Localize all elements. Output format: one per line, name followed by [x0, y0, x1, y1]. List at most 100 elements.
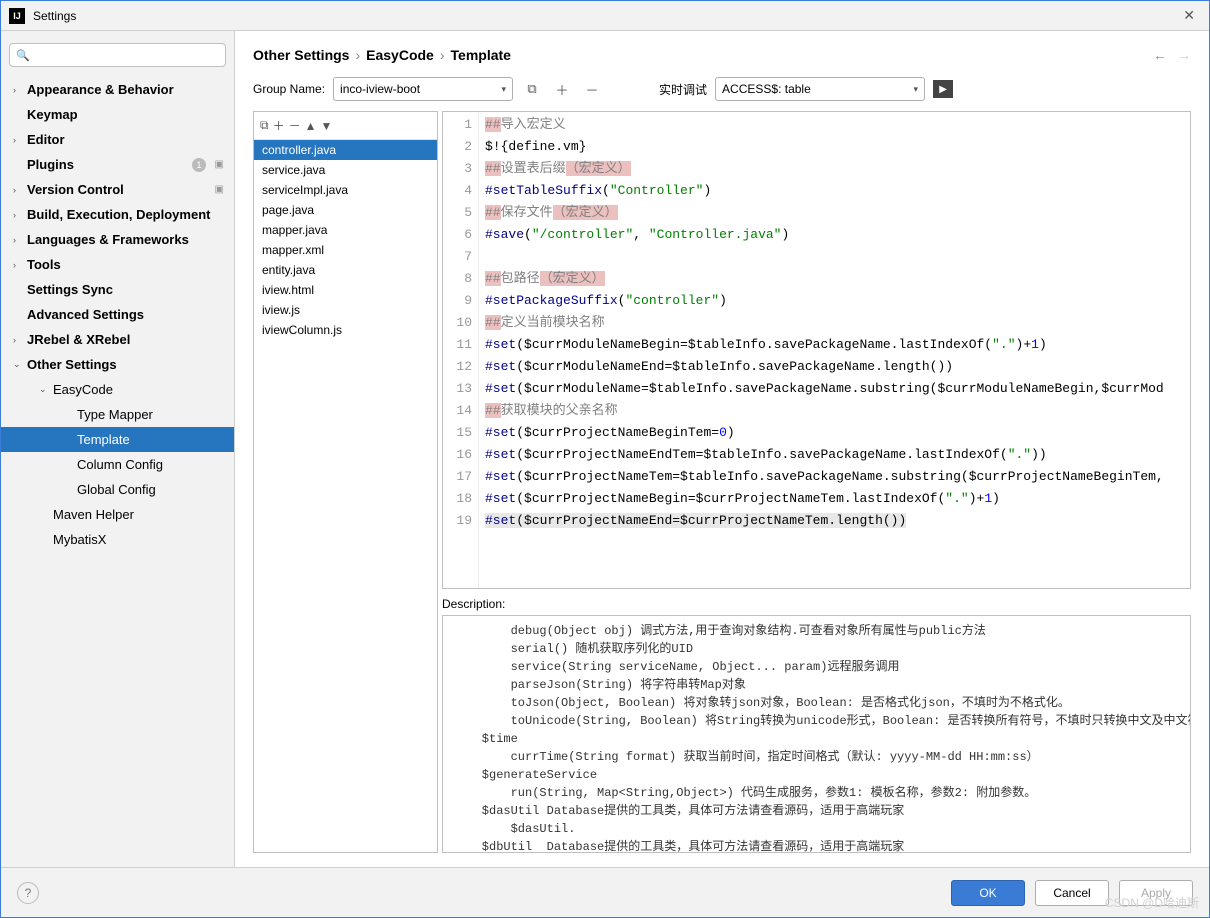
- remove-icon[interactable]: －: [289, 117, 301, 134]
- sidebar-item-keymap[interactable]: Keymap: [1, 102, 234, 127]
- add-icon[interactable]: ＋: [273, 117, 285, 134]
- sidebar-item-version-control[interactable]: ›Version Control ▣: [1, 177, 234, 202]
- sidebar-item-label: Maven Helper: [53, 507, 134, 522]
- chevron-icon: ›: [13, 185, 27, 195]
- sidebar-item-label: Appearance & Behavior: [27, 82, 174, 97]
- group-name-label: Group Name:: [253, 82, 325, 96]
- run-icon[interactable]: ▶: [933, 80, 953, 98]
- description-label: Description:: [442, 589, 1191, 615]
- sidebar-item-easycode[interactable]: ⌄EasyCode: [1, 377, 234, 402]
- chevron-icon: ⌄: [39, 384, 53, 395]
- sidebar-item-label: Editor: [27, 132, 65, 147]
- sidebar-item-type-mapper[interactable]: Type Mapper: [1, 402, 234, 427]
- file-item[interactable]: page.java: [254, 200, 437, 220]
- scope-icon: ▣: [215, 159, 224, 170]
- sidebar-item-label: MybatisX: [53, 532, 106, 547]
- debug-label: 实时调试: [659, 81, 707, 98]
- sidebar-item-appearance-behavior[interactable]: ›Appearance & Behavior: [1, 77, 234, 102]
- sidebar-item-label: Template: [77, 432, 130, 447]
- sidebar-item-settings-sync[interactable]: Settings Sync: [1, 277, 234, 302]
- sidebar-item-label: Languages & Frameworks: [27, 232, 189, 247]
- file-item[interactable]: entity.java: [254, 260, 437, 280]
- window-title: Settings: [33, 9, 1177, 23]
- crumb-1[interactable]: EasyCode: [366, 47, 434, 63]
- sidebar-item-label: Settings Sync: [27, 282, 113, 297]
- sidebar-item-label: Version Control: [27, 182, 124, 197]
- sidebar-item-languages-frameworks[interactable]: ›Languages & Frameworks: [1, 227, 234, 252]
- add-icon[interactable]: ＋: [551, 78, 573, 100]
- sidebar-item-label: EasyCode: [53, 382, 113, 397]
- file-toolbar: ⧉ ＋ － ▲ ▼: [254, 112, 437, 140]
- sidebar-item-plugins[interactable]: Plugins 1 ▣: [1, 152, 234, 177]
- sidebar-item-global-config[interactable]: Global Config: [1, 477, 234, 502]
- file-item[interactable]: mapper.xml: [254, 240, 437, 260]
- breadcrumb: Other Settings › EasyCode › Template ← →: [235, 31, 1209, 73]
- sidebar-item-label: Advanced Settings: [27, 307, 144, 322]
- chevron-icon: ›: [13, 210, 27, 220]
- description-box[interactable]: debug(Object obj) 调式方法,用于查询对象结构.可查看对象所有属…: [442, 615, 1191, 853]
- cancel-button[interactable]: Cancel: [1035, 880, 1109, 906]
- editor-code[interactable]: ##导入宏定义$!{define.vm}##设置表后缀（宏定义）#setTabl…: [479, 112, 1190, 588]
- remove-icon[interactable]: －: [581, 78, 603, 100]
- sidebar-item-jrebel-xrebel[interactable]: ›JRebel & XRebel: [1, 327, 234, 352]
- app-icon: IJ: [9, 8, 25, 24]
- debug-value: ACCESS$: table: [722, 82, 811, 96]
- file-item[interactable]: iview.html: [254, 280, 437, 300]
- sidebar-item-maven-helper[interactable]: Maven Helper: [1, 502, 234, 527]
- chevron-icon: ⌄: [13, 359, 27, 370]
- group-name-value: inco-iview-boot: [340, 82, 420, 96]
- search-input[interactable]: 🔍: [9, 43, 226, 67]
- file-item[interactable]: controller.java: [254, 140, 437, 160]
- file-list[interactable]: controller.javaservice.javaserviceImpl.j…: [254, 140, 437, 852]
- scope-icon: ▣: [215, 184, 224, 195]
- crumb-2: Template: [451, 47, 511, 63]
- close-icon[interactable]: ✕: [1177, 7, 1201, 24]
- file-item[interactable]: service.java: [254, 160, 437, 180]
- sidebar-item-advanced-settings[interactable]: Advanced Settings: [1, 302, 234, 327]
- forward-icon[interactable]: →: [1177, 47, 1191, 63]
- up-icon[interactable]: ▲: [305, 119, 317, 133]
- sidebar-item-build-execution-deployment[interactable]: ›Build, Execution, Deployment: [1, 202, 234, 227]
- sidebar-item-editor[interactable]: ›Editor: [1, 127, 234, 152]
- file-item[interactable]: serviceImpl.java: [254, 180, 437, 200]
- copy-icon[interactable]: ⧉: [260, 118, 269, 133]
- template-file-panel: ⧉ ＋ － ▲ ▼ controller.javaservice.javaser…: [253, 111, 438, 853]
- titlebar: IJ Settings ✕: [1, 1, 1209, 31]
- chevron-icon: ›: [13, 85, 27, 95]
- sidebar-item-mybatisx[interactable]: MybatisX: [1, 527, 234, 552]
- settings-tree: ›Appearance & BehaviorKeymap›EditorPlugi…: [1, 77, 234, 552]
- chevron-icon: ›: [13, 135, 27, 145]
- crumb-0[interactable]: Other Settings: [253, 47, 349, 63]
- sidebar-item-label: JRebel & XRebel: [27, 332, 130, 347]
- help-icon[interactable]: ?: [17, 882, 39, 904]
- chevron-icon: ›: [13, 260, 27, 270]
- file-item[interactable]: mapper.java: [254, 220, 437, 240]
- back-icon[interactable]: ←: [1153, 47, 1167, 63]
- sidebar-item-tools[interactable]: ›Tools: [1, 252, 234, 277]
- chevron-right-icon: ›: [355, 47, 360, 63]
- code-editor[interactable]: 12345678910111213141516171819 ##导入宏定义$!{…: [442, 111, 1191, 589]
- file-item[interactable]: iviewColumn.js: [254, 320, 437, 340]
- apply-button: Apply: [1119, 880, 1193, 906]
- sidebar-item-label: Other Settings: [27, 357, 117, 372]
- sidebar-item-label: Plugins: [27, 157, 74, 172]
- main-panel: Other Settings › EasyCode › Template ← →…: [235, 31, 1209, 867]
- group-toolbar: Group Name: inco-iview-boot ▾ ⧉ ＋ － 实时调试…: [235, 73, 1209, 111]
- group-name-combo[interactable]: inco-iview-boot ▾: [333, 77, 513, 101]
- chevron-icon: ›: [13, 235, 27, 245]
- badge: 1: [192, 158, 206, 172]
- chevron-down-icon: ▾: [914, 84, 919, 95]
- ok-button[interactable]: OK: [951, 880, 1025, 906]
- dialog-footer: ? OK Cancel Apply: [1, 867, 1209, 917]
- sidebar-item-label: Build, Execution, Deployment: [27, 207, 210, 222]
- down-icon[interactable]: ▼: [321, 119, 333, 133]
- copy-icon[interactable]: ⧉: [521, 78, 543, 100]
- sidebar-item-column-config[interactable]: Column Config: [1, 452, 234, 477]
- sidebar-item-label: Global Config: [77, 482, 156, 497]
- sidebar-item-label: Column Config: [77, 457, 163, 472]
- sidebar-item-template[interactable]: Template: [1, 427, 234, 452]
- sidebar-item-other-settings[interactable]: ⌄Other Settings: [1, 352, 234, 377]
- file-item[interactable]: iview.js: [254, 300, 437, 320]
- sidebar-item-label: Keymap: [27, 107, 78, 122]
- debug-combo[interactable]: ACCESS$: table ▾: [715, 77, 925, 101]
